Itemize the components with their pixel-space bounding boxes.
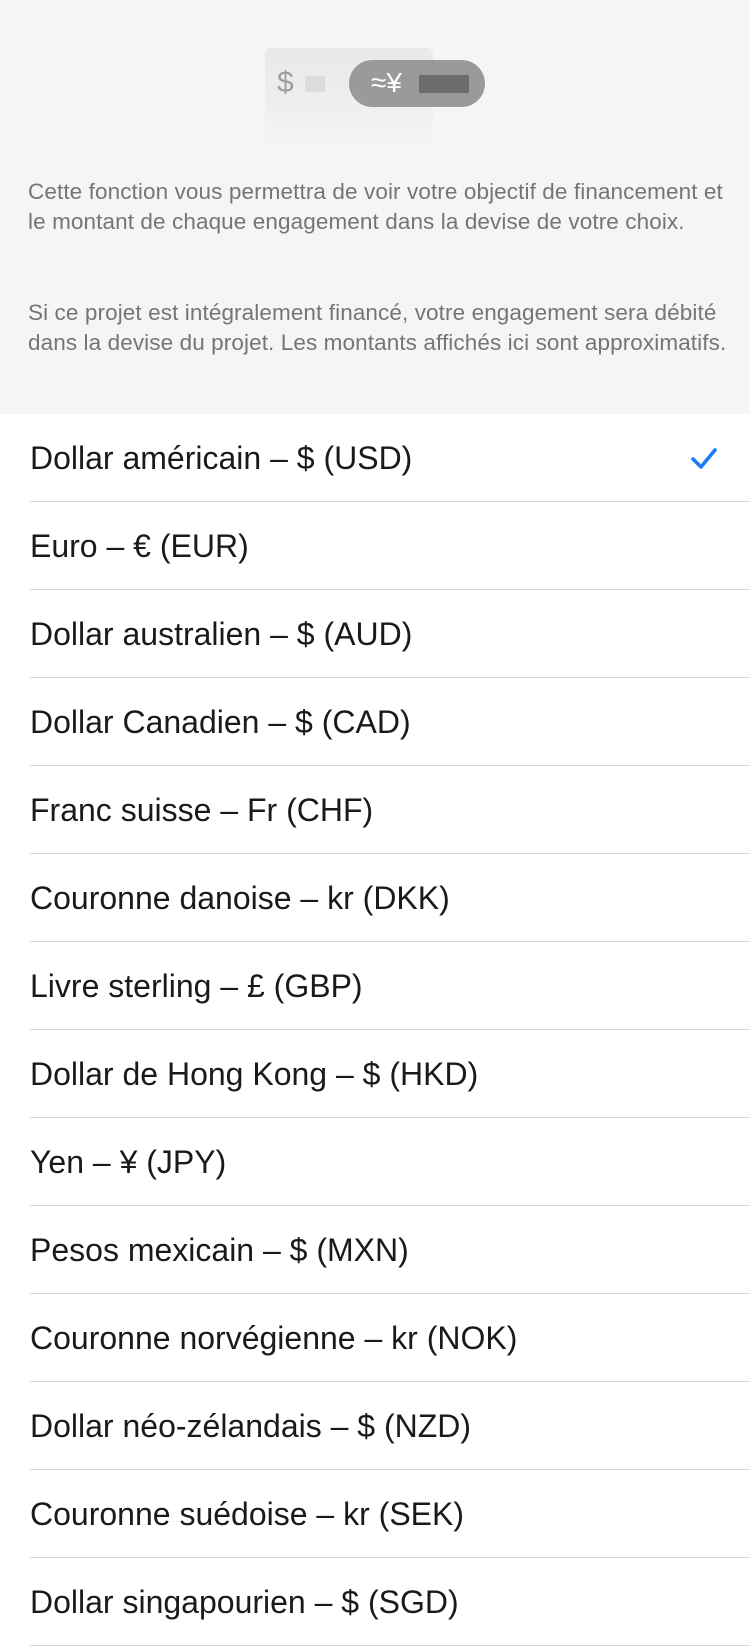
yen-symbol: ≈¥ [371,67,402,98]
currency-row-sgd[interactable]: Dollar singapourien – $ (SGD) [0,1558,750,1646]
currency-row-jpy[interactable]: Yen – ¥ (JPY) [0,1118,750,1206]
currency-label: Euro – € (EUR) [30,528,249,564]
currency-row-eur[interactable]: Euro – € (EUR) [0,502,750,590]
currency-label: Yen – ¥ (JPY) [30,1144,227,1180]
currency-row-usd[interactable]: Dollar américain – $ (USD) [0,414,750,502]
currency-label: Pesos mexicain – $ (MXN) [30,1232,409,1268]
currency-row-dkk[interactable]: Couronne danoise – kr (DKK) [0,854,750,942]
currency-label: Franc suisse – Fr (CHF) [30,792,374,828]
converted-amount-pill: ≈¥ [349,60,485,107]
converted-amount-placeholder-bar [419,75,469,93]
currency-list: Dollar américain – $ (USD) Euro – € (EUR… [0,414,750,1646]
currency-row-nzd[interactable]: Dollar néo-zélandais – $ (NZD) [0,1382,750,1470]
amount-placeholder-bar [305,76,325,92]
currency-row-sek[interactable]: Couronne suédoise – kr (SEK) [0,1470,750,1558]
currency-label: Couronne suédoise – kr (SEK) [30,1496,464,1532]
currency-row-gbp[interactable]: Livre sterling – £ (GBP) [0,942,750,1030]
currency-row-nok[interactable]: Couronne norvégienne – kr (NOK) [0,1294,750,1382]
currency-label: Dollar américain – $ (USD) [30,440,413,476]
currency-label: Couronne norvégienne – kr (NOK) [30,1320,518,1356]
currency-label: Dollar singapourien – $ (SGD) [30,1584,459,1620]
description-paragraph-2: Si ce projet est intégralement financé, … [28,300,727,355]
currency-row-hkd[interactable]: Dollar de Hong Kong – $ (HKD) [0,1030,750,1118]
dollar-symbol: $ [277,66,294,99]
currency-label: Dollar de Hong Kong – $ (HKD) [30,1056,479,1092]
currency-label: Dollar Canadien – $ (CAD) [30,704,411,740]
checkmark-icon [691,448,717,469]
currency-row-cad[interactable]: Dollar Canadien – $ (CAD) [0,678,750,766]
currency-label: Couronne danoise – kr (DKK) [30,880,450,916]
currency-row-mxn[interactable]: Pesos mexicain – $ (MXN) [0,1206,750,1294]
currency-conversion-illustration: $ ≈¥ [265,48,485,148]
currency-info-header: $ ≈¥ Cette fonction vous permettra de vo… [0,0,750,414]
currency-row-aud[interactable]: Dollar australien – $ (AUD) [0,590,750,678]
description-paragraph-1: Cette fonction vous permettra de voir vo… [28,179,723,234]
currency-row-chf[interactable]: Franc suisse – Fr (CHF) [0,766,750,854]
currency-label: Livre sterling – £ (GBP) [30,968,363,1004]
currency-label: Dollar australien – $ (AUD) [30,616,413,652]
currency-label: Dollar néo-zélandais – $ (NZD) [30,1408,472,1444]
